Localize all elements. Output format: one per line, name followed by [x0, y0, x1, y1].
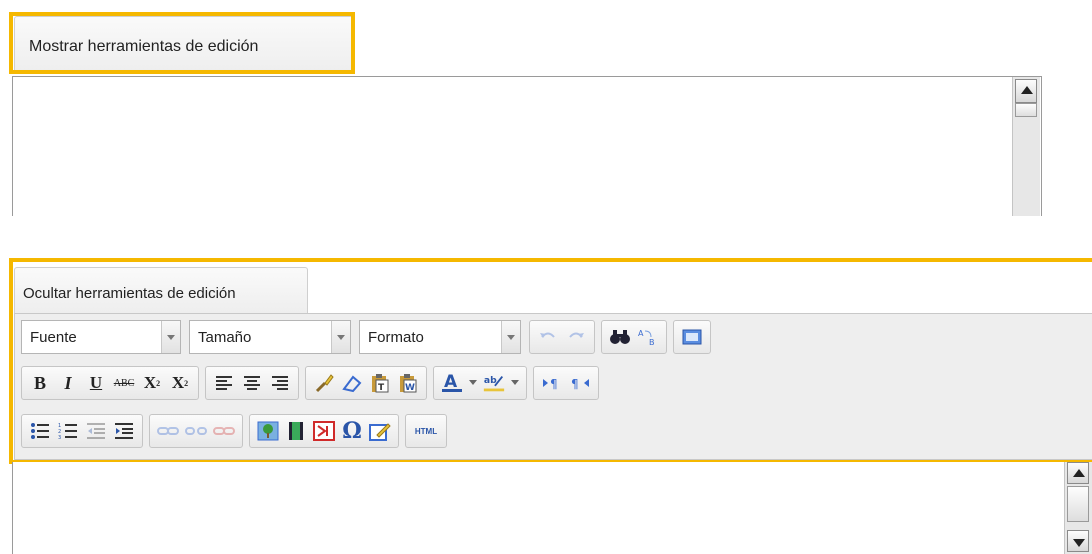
arrow-up-icon — [1021, 86, 1033, 94]
scroll-up-button[interactable] — [1015, 79, 1037, 103]
arrow-up-icon — [1073, 469, 1085, 477]
scroll-thumb[interactable] — [1067, 486, 1089, 522]
editor-textarea-bottom[interactable] — [12, 462, 1092, 554]
scroll-up-button[interactable] — [1067, 462, 1089, 484]
scroll-thumb[interactable] — [1015, 103, 1037, 117]
scroll-down-button[interactable] — [1067, 530, 1089, 552]
scrollbar-top[interactable] — [1012, 77, 1040, 216]
editor-textarea-top[interactable] — [12, 76, 1042, 216]
highlight-frame-top — [9, 12, 355, 74]
scrollbar-bottom[interactable] — [1064, 462, 1092, 554]
highlight-frame-bottom — [9, 258, 1092, 464]
arrow-down-icon — [1073, 539, 1085, 547]
